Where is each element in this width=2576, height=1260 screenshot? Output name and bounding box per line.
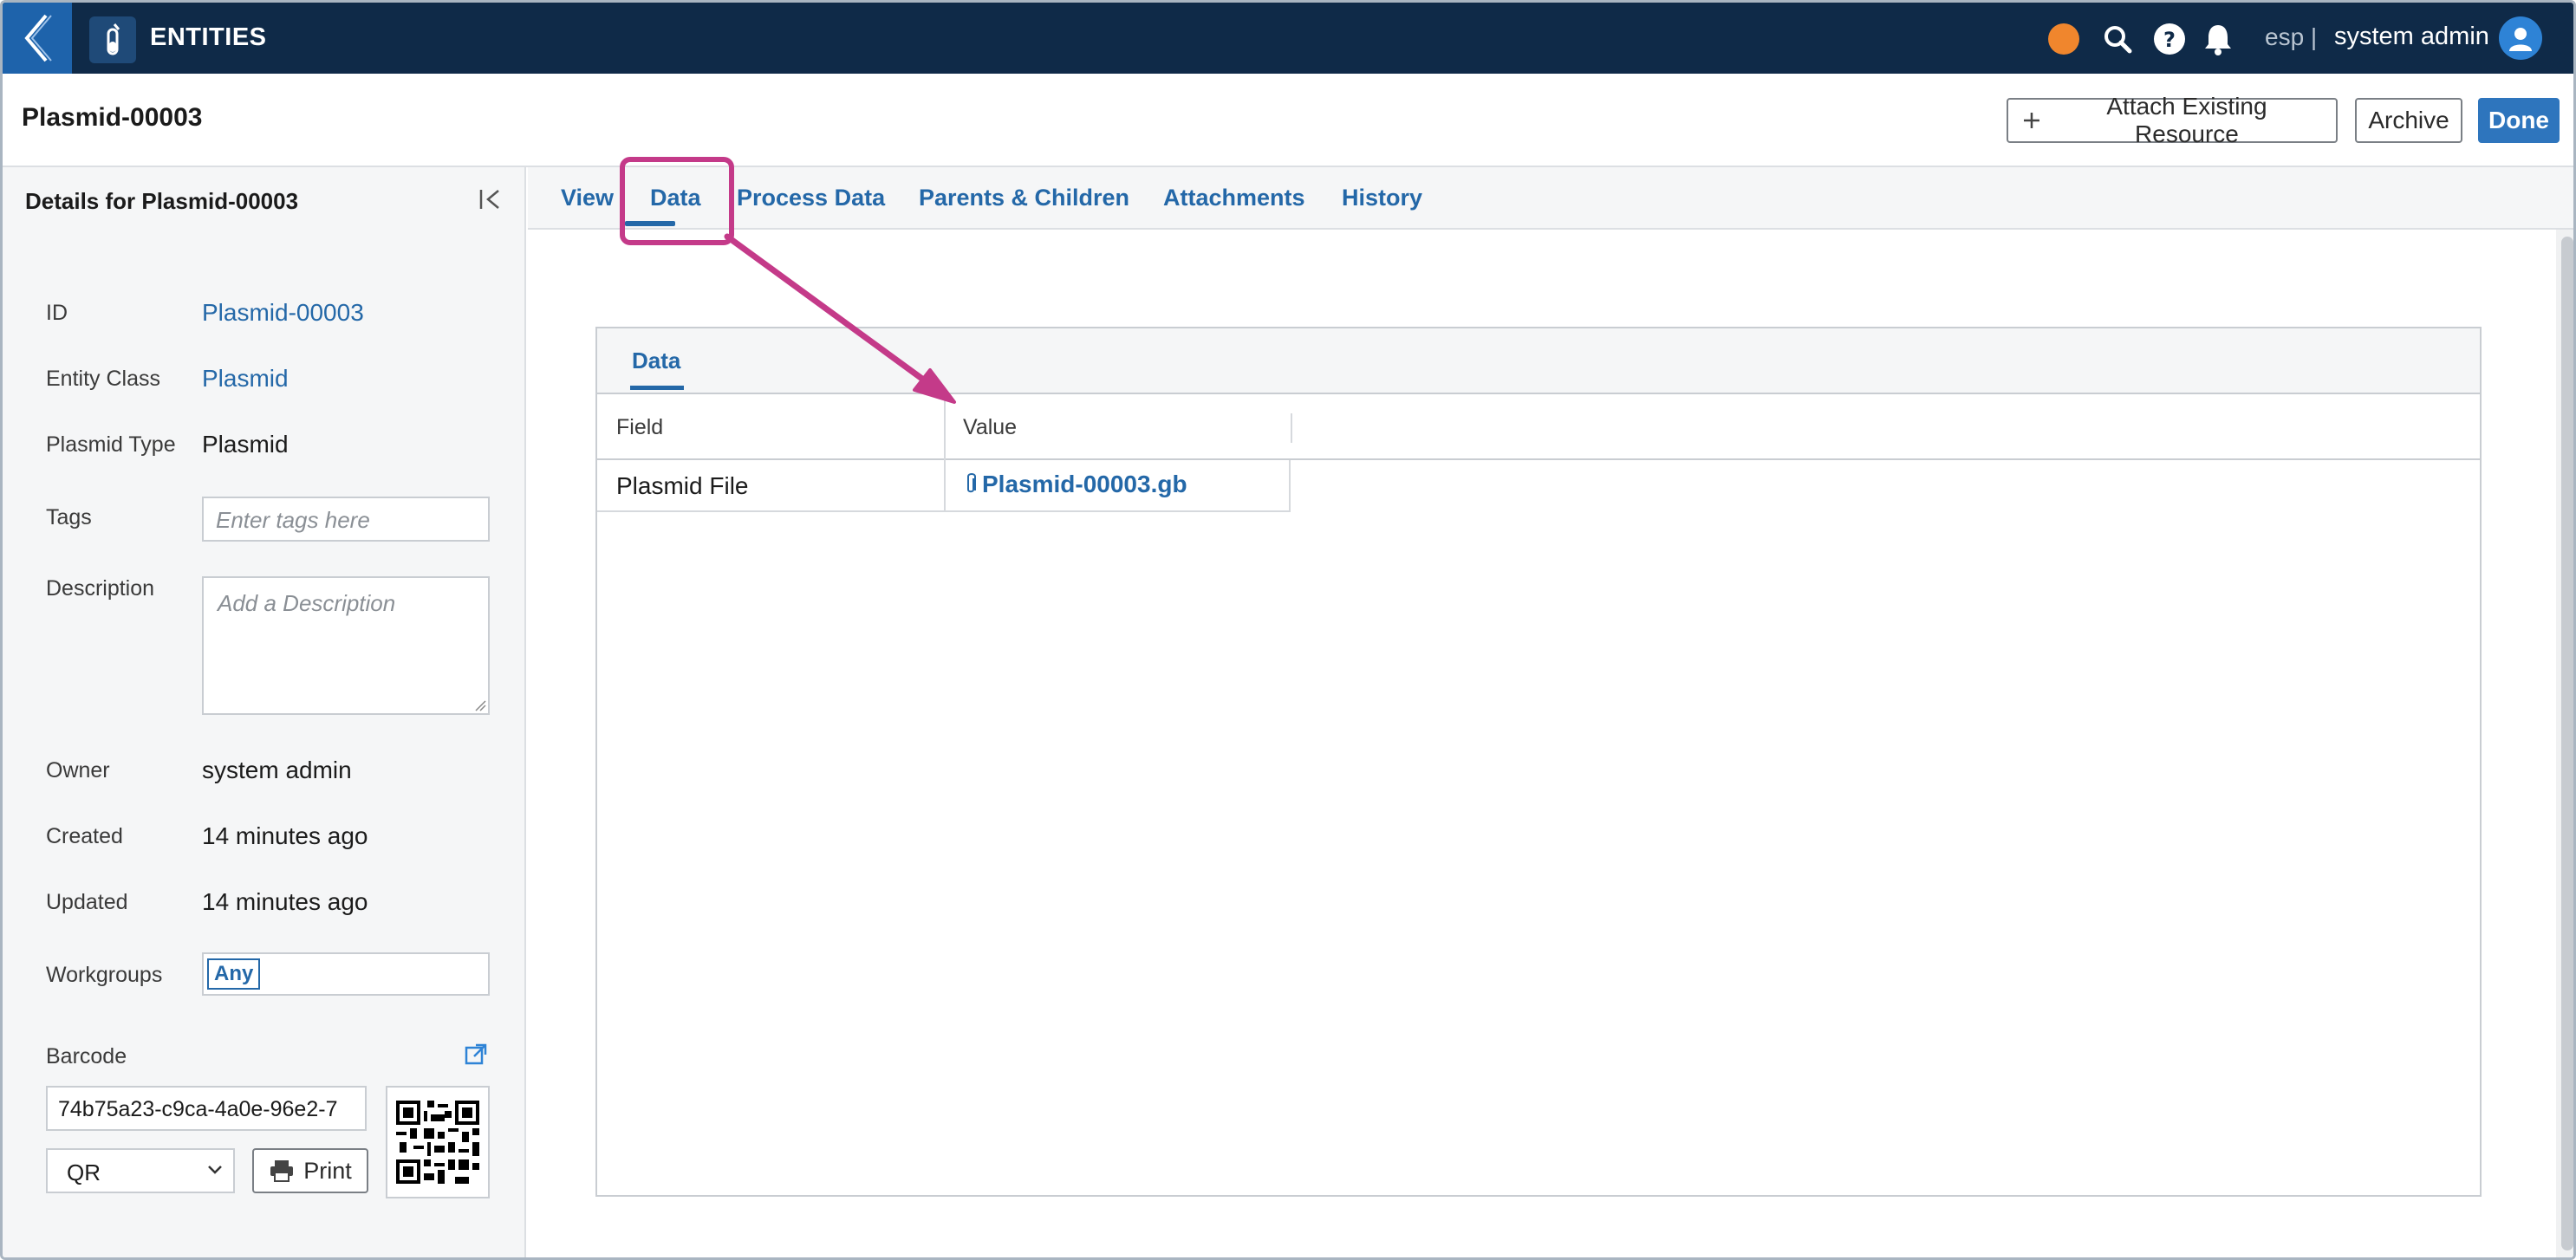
- id-value-link[interactable]: Plasmid-00003: [202, 299, 364, 327]
- plasmid-type-value: Plasmid: [202, 431, 289, 458]
- panel-tab-indicator: [630, 386, 684, 390]
- archive-button[interactable]: Archive: [2355, 98, 2462, 143]
- sidebar-title: Details for Plasmid-00003: [25, 188, 299, 214]
- help-icon[interactable]: ?: [2152, 22, 2187, 56]
- page-title: Plasmid-00003: [22, 103, 203, 132]
- plasmid-type-label: Plasmid Type: [46, 432, 176, 457]
- app-window: ENTITIES ? esp | system admin Plasmid-00…: [0, 0, 2576, 1260]
- tab-process-data[interactable]: Process Data: [737, 185, 885, 211]
- column-separator[interactable]: [944, 396, 946, 460]
- created-value: 14 minutes ago: [202, 822, 368, 849]
- external-link-icon[interactable]: [464, 1042, 488, 1067]
- bell-icon[interactable]: [2201, 22, 2235, 56]
- back-button[interactable]: [3, 3, 72, 74]
- plus-icon: [2023, 113, 2039, 128]
- column-header-value[interactable]: Value: [963, 415, 1017, 440]
- paperclip-icon: [967, 473, 976, 493]
- status-dot[interactable]: [2048, 23, 2079, 55]
- page-header: Plasmid-00003 Attach Existing Resource A…: [3, 74, 2573, 167]
- workgroups-label: Workgroups: [46, 963, 163, 987]
- attach-existing-resource-button[interactable]: Attach Existing Resource: [2007, 93, 2338, 147]
- updated-value: 14 minutes ago: [202, 888, 368, 915]
- vertical-scrollbar[interactable]: [2556, 230, 2573, 1257]
- description-label: Description: [46, 576, 155, 601]
- print-button[interactable]: Print: [252, 1148, 368, 1193]
- data-grid-header: Field Value: [597, 396, 2480, 460]
- created-label: Created: [46, 824, 123, 848]
- panel-tab-data[interactable]: Data: [632, 347, 680, 374]
- top-nav-bar: ENTITIES ? esp | system admin: [3, 3, 2573, 74]
- entity-class-label: Entity Class: [46, 367, 160, 391]
- annotation-highlight-box: [620, 157, 734, 245]
- chevron-down-icon: [208, 1166, 222, 1174]
- barcode-type-value: QR: [67, 1159, 101, 1185]
- entity-tabs: View Data Process Data Parents & Childre…: [528, 167, 2573, 230]
- description-textarea[interactable]: Add a Description: [202, 576, 490, 715]
- attach-button-label: Attach Existing Resource: [2106, 93, 2267, 147]
- printer-icon: [270, 1160, 294, 1182]
- table-row: Plasmid File Plasmid-00003.gb: [597, 460, 1291, 512]
- tab-view[interactable]: View: [561, 185, 614, 211]
- barcode-input[interactable]: 74b75a23-c9ca-4a0e-96e2-7: [46, 1086, 367, 1131]
- file-name: Plasmid-00003.gb: [982, 471, 1187, 497]
- tab-content-area: Data Field Value Plasmid File Plasmid-00…: [528, 230, 2556, 1257]
- data-panel-tabs: Data: [597, 328, 2480, 394]
- column-header-field[interactable]: Field: [616, 415, 663, 440]
- file-attachment-link[interactable]: Plasmid-00003.gb: [963, 471, 1187, 498]
- details-sidebar: Details for Plasmid-00003 ID Plasmid-000…: [3, 167, 526, 1257]
- description-placeholder: Add a Description: [218, 590, 396, 616]
- workgroups-input[interactable]: Any: [202, 952, 490, 996]
- app-title: ENTITIES: [150, 23, 267, 51]
- user-avatar-icon[interactable]: [2499, 16, 2542, 60]
- barcode-type-select[interactable]: QR: [46, 1148, 235, 1193]
- id-label: ID: [46, 301, 68, 325]
- cell-separator: [944, 460, 946, 512]
- data-panel: Data Field Value Plasmid File Plasmid-00…: [595, 327, 2482, 1197]
- tags-label: Tags: [46, 505, 92, 529]
- entity-tube-icon: [89, 16, 136, 63]
- resize-grip-icon[interactable]: [474, 699, 486, 711]
- search-icon[interactable]: [2100, 22, 2135, 56]
- qr-code-image: [386, 1086, 490, 1198]
- print-button-label: Print: [303, 1157, 352, 1184]
- collapse-sidebar-icon[interactable]: [476, 185, 505, 214]
- done-button[interactable]: Done: [2478, 98, 2560, 143]
- column-separator[interactable]: [1291, 413, 1292, 443]
- barcode-label: Barcode: [46, 1044, 127, 1068]
- cell-field-name: Plasmid File: [616, 472, 749, 499]
- back-chevron-icon: [24, 14, 52, 62]
- owner-label: Owner: [46, 758, 110, 783]
- tab-attachments[interactable]: Attachments: [1163, 185, 1305, 211]
- updated-label: Updated: [46, 890, 128, 914]
- svg-text:?: ?: [2163, 28, 2176, 52]
- tags-input[interactable]: Enter tags here: [202, 497, 490, 542]
- tenant-label: esp |: [2265, 23, 2318, 50]
- qr-code-icon: [396, 1101, 479, 1184]
- user-name[interactable]: system admin: [2334, 23, 2489, 51]
- scrollbar-thumb[interactable]: [2561, 237, 2573, 1250]
- tab-history[interactable]: History: [1342, 185, 1422, 211]
- entity-class-link[interactable]: Plasmid: [202, 365, 289, 393]
- owner-value: system admin: [202, 757, 352, 783]
- tab-parents-children[interactable]: Parents & Children: [919, 185, 1129, 211]
- main-content: View Data Process Data Parents & Childre…: [528, 167, 2573, 1257]
- workgroup-chip[interactable]: Any: [207, 958, 261, 990]
